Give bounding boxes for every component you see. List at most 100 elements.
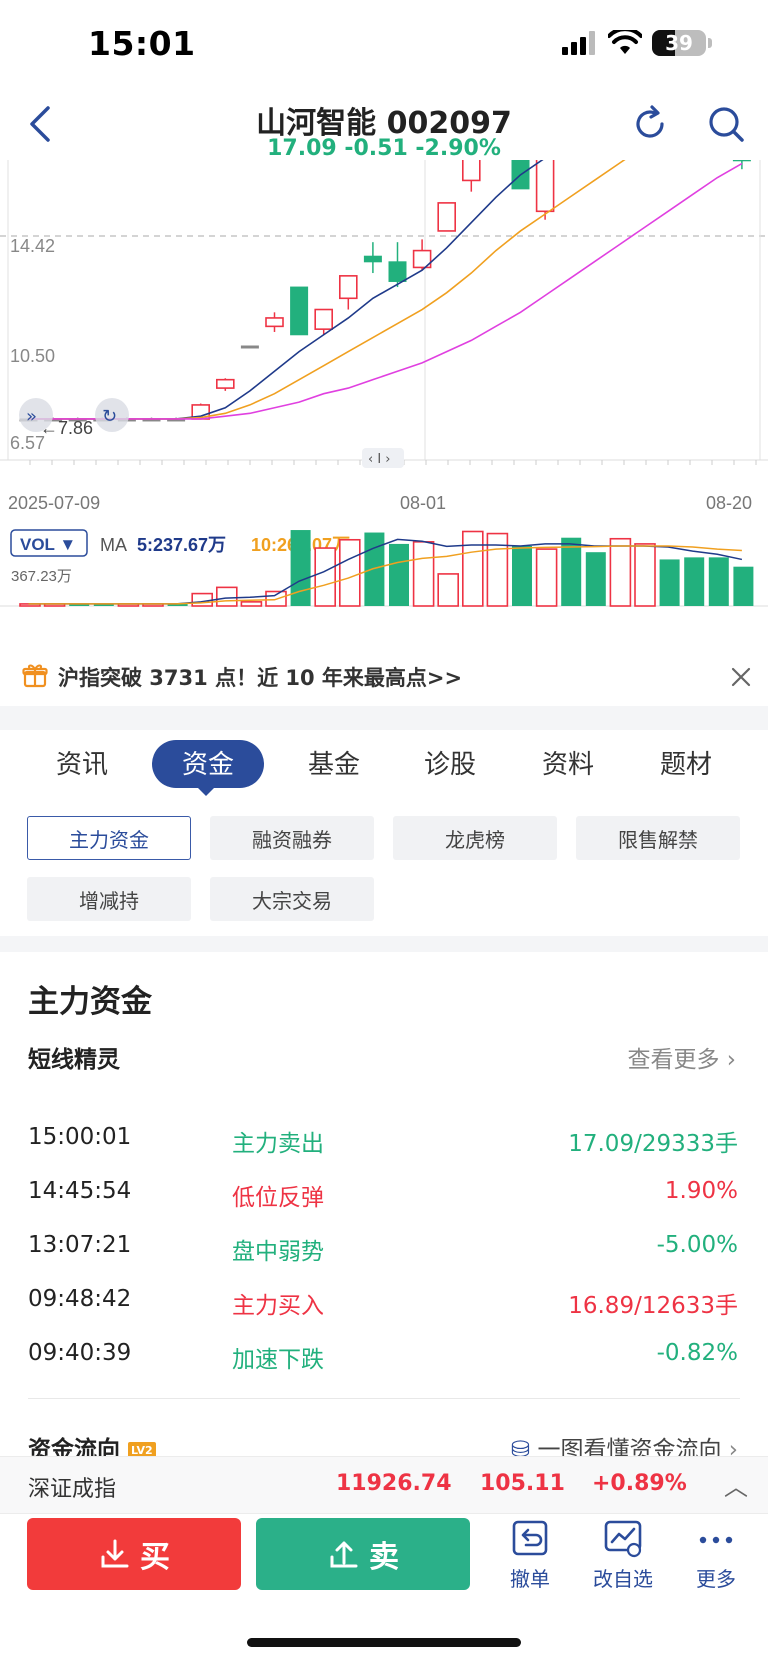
candle-body-flat xyxy=(240,345,259,349)
volume-bar-down xyxy=(585,552,606,606)
edit-watchlist-button[interactable]: 改自选 xyxy=(583,1520,663,1592)
volume-bar-up xyxy=(216,586,238,607)
signal-time: 09:48:42 xyxy=(28,1286,132,1312)
loop-icon: ↻ xyxy=(102,406,117,427)
volume-bar-down xyxy=(389,543,409,606)
search-icon[interactable] xyxy=(706,104,746,144)
index-ticker[interactable]: 深证成指 11926.74 105.11 +0.89% ︿ xyxy=(0,1456,768,1514)
active-tab-pointer xyxy=(196,786,216,796)
tab-diagnosis[interactable]: 诊股 xyxy=(400,744,500,781)
vol-scale-label: 367.23万 xyxy=(11,568,72,585)
subtab-block-trade[interactable]: 大宗交易 xyxy=(210,877,374,921)
signal-value: -5.00% xyxy=(656,1232,738,1258)
signal-value: -0.82% xyxy=(656,1340,738,1366)
watchlist-chart-icon xyxy=(604,1520,642,1558)
volume-bar-up xyxy=(634,543,656,607)
volume-bar-up xyxy=(461,530,484,607)
signal-label: 主力买入 xyxy=(232,1293,324,1319)
see-more-link[interactable]: 查看更多 › xyxy=(627,1040,736,1074)
undo-icon xyxy=(512,1520,548,1556)
candlestick-chart[interactable]: 14.42 10.50 6.57 » ↻ ←7.86 ‹ I › 2025-07… xyxy=(0,160,768,660)
cancel-order-label: 撤单 xyxy=(510,1567,550,1591)
chart-controls: » ↻ ←7.86 ‹ I › xyxy=(19,398,404,468)
tab-funds[interactable]: 资金 xyxy=(158,744,258,781)
candle-body-down xyxy=(388,261,407,282)
buy-arrow-icon xyxy=(101,1539,129,1568)
signal-label: 主力卖出 xyxy=(232,1131,324,1157)
wifi-icon xyxy=(608,30,642,54)
chevron-up-icon[interactable]: ︿ xyxy=(724,1467,748,1502)
drag-handle-icon: ‹ I › xyxy=(368,452,391,467)
fast-rewind-icon: » xyxy=(26,406,37,427)
volume-bar-up xyxy=(609,537,632,607)
candle-body-down xyxy=(363,255,382,263)
date-label-mid: 08-01 xyxy=(400,493,446,513)
battery-level: 39 xyxy=(665,31,693,55)
tab-fund[interactable]: 基金 xyxy=(284,744,384,781)
more-dots-icon xyxy=(699,1536,733,1544)
candle-body-up xyxy=(216,378,235,389)
edit-watchlist-label: 改自选 xyxy=(593,1567,653,1591)
candle-body-up xyxy=(535,160,555,213)
candle-body-up xyxy=(437,202,457,232)
volume-bar-down xyxy=(684,557,705,606)
tab-news[interactable]: 资讯 xyxy=(32,744,132,781)
candle-body-up xyxy=(461,160,481,182)
signal-label: 盘中弱势 xyxy=(232,1239,324,1265)
subsection-title: 短线精灵 xyxy=(28,1047,120,1073)
ma-line-0 xyxy=(28,160,544,420)
signal-label: 加速下跌 xyxy=(232,1347,324,1373)
date-label-start: 2025-07-09 xyxy=(8,493,100,513)
volume-bar-up xyxy=(314,547,337,607)
candle-body-down xyxy=(290,286,309,336)
refresh-icon[interactable] xyxy=(630,104,670,144)
gift-icon xyxy=(22,664,48,688)
more-label: 更多 xyxy=(696,1567,736,1591)
section-divider xyxy=(0,706,768,730)
subtab-lockup[interactable]: 限售解禁 xyxy=(576,816,740,860)
volume-bar-up xyxy=(535,548,558,607)
volume-bar-up xyxy=(437,573,460,607)
chevron-right-icon: › xyxy=(726,1047,736,1073)
vol-ma-prefix: MA xyxy=(100,535,127,555)
volume-bar-down xyxy=(561,537,582,606)
subtab-dragon-tiger[interactable]: 龙虎榜 xyxy=(393,816,557,860)
battery-tip xyxy=(708,38,712,48)
news-banner[interactable]: 沪指突破 3731 点！近 10 年来最高点>> xyxy=(58,662,462,692)
date-axis: 2025-07-09 08-01 08-20 xyxy=(8,493,752,513)
subtab-main-funds[interactable]: 主力资金 xyxy=(27,816,191,860)
subtab-margin[interactable]: 融资融券 xyxy=(210,816,374,860)
close-icon[interactable] xyxy=(730,666,752,688)
volume-bar-up xyxy=(412,541,435,607)
sell-label: 卖 xyxy=(369,1540,399,1575)
date-label-end: 08-20 xyxy=(706,493,752,513)
volume-bar-up xyxy=(191,592,213,607)
subtab-holdings-change[interactable]: 增减持 xyxy=(27,877,191,921)
signal-time: 14:45:54 xyxy=(28,1178,132,1204)
volume-bar-down xyxy=(708,557,729,606)
sell-arrow-icon xyxy=(330,1541,358,1568)
signal-value: 17.09/29333手 xyxy=(568,1131,738,1157)
price-label-top: 14.42 xyxy=(10,236,55,256)
volume-bar-down xyxy=(364,532,385,606)
cancel-order-button[interactable]: 撤单 xyxy=(490,1520,570,1592)
volume-bars xyxy=(19,530,754,607)
candle-body-up xyxy=(338,275,358,300)
tab-profile[interactable]: 资料 xyxy=(518,744,618,781)
more-button[interactable]: 更多 xyxy=(676,1520,756,1592)
price-label-mid: 10.50 xyxy=(10,346,55,366)
vol-ma5: 5:237.67万 xyxy=(137,535,226,555)
min-price-marker: ←7.86 xyxy=(40,418,93,438)
ma-lines xyxy=(28,160,743,420)
volume-bar-down xyxy=(290,530,311,606)
volume-bar-down xyxy=(512,545,532,606)
index-value: 11926.74 xyxy=(336,1471,452,1496)
sell-button[interactable]: 卖 xyxy=(256,1518,470,1590)
signal-time: 13:07:21 xyxy=(28,1232,132,1258)
buy-button[interactable]: 买 xyxy=(27,1518,241,1590)
signal-icon xyxy=(562,31,595,55)
home-indicator xyxy=(247,1638,521,1647)
tab-themes[interactable]: 题材 xyxy=(636,744,736,781)
battery-icon: 39 xyxy=(652,30,706,56)
section-title: 主力资金 xyxy=(28,984,152,1020)
